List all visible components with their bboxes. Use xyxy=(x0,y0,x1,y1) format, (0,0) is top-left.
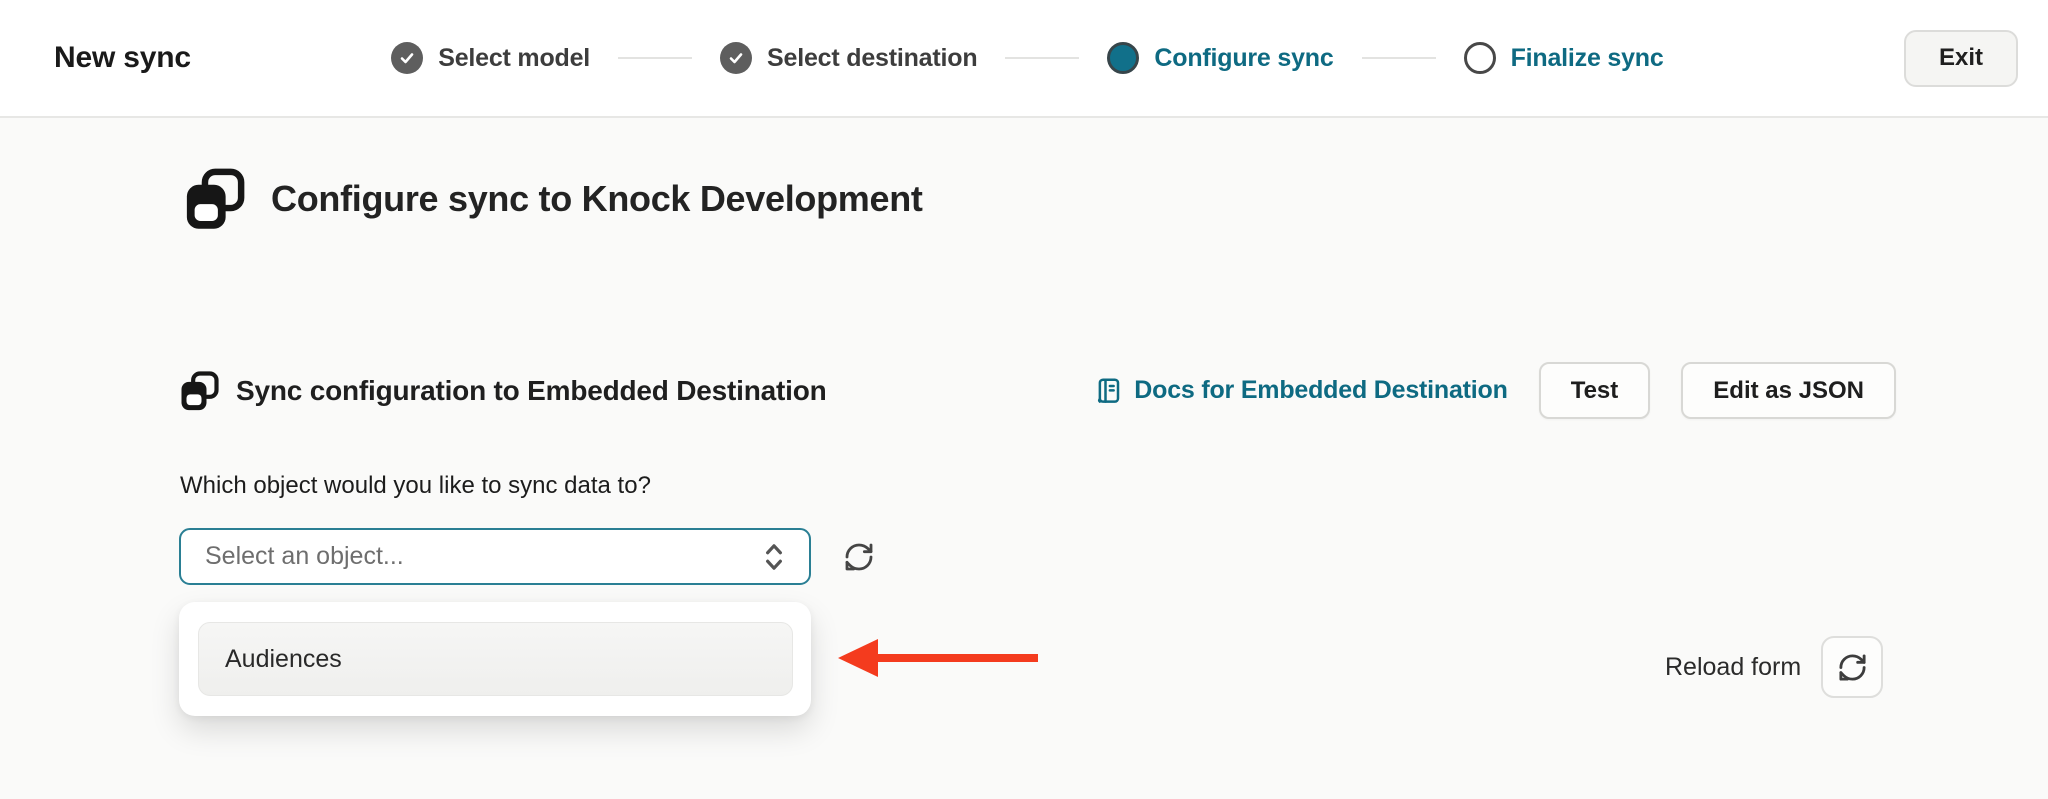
reload-form-row: Reload form xyxy=(1665,636,1884,698)
object-question-label: Which object would you like to sync data… xyxy=(180,472,651,499)
book-icon xyxy=(1093,376,1123,406)
wizard-header: New sync Select model Select destination… xyxy=(0,0,2048,118)
step-configure-sync[interactable]: Configure sync xyxy=(1107,42,1334,74)
step-connector xyxy=(1005,57,1080,59)
step-label: Select destination xyxy=(767,43,978,72)
section-title-group: Sync configuration to Embedded Destinati… xyxy=(179,370,827,411)
object-select-placeholder: Select an object... xyxy=(205,542,404,570)
step-finalize-sync[interactable]: Finalize sync xyxy=(1463,42,1664,74)
exit-button[interactable]: Exit xyxy=(1903,29,2018,87)
check-circle-icon xyxy=(720,42,753,74)
docs-link-label: Docs for Embedded Destination xyxy=(1134,376,1508,404)
page-title: New sync xyxy=(54,41,191,74)
main-content: Configure sync to Knock Development Sync… xyxy=(0,120,2048,799)
red-arrow-left-icon xyxy=(838,639,1038,677)
sync-icon xyxy=(183,168,245,230)
chevron-up-down-icon xyxy=(759,540,789,574)
step-select-destination[interactable]: Select destination xyxy=(720,42,978,74)
reload-form-label: Reload form xyxy=(1665,652,1802,681)
reload-form-button[interactable] xyxy=(1821,636,1884,698)
step-label: Configure sync xyxy=(1154,43,1334,72)
step-label: Select model xyxy=(438,43,591,72)
check-circle-icon xyxy=(391,42,424,74)
empty-step-circle-icon xyxy=(1463,42,1496,74)
step-connector xyxy=(1361,57,1436,59)
new-sync-wizard: New sync Select model Select destination… xyxy=(0,0,2048,799)
active-step-dot-icon xyxy=(1107,42,1140,74)
wizard-stepper: Select model Select destination Configur… xyxy=(391,42,1664,74)
edit-as-json-button[interactable]: Edit as JSON xyxy=(1681,362,1896,419)
section-title: Sync configuration to Embedded Destinati… xyxy=(236,374,827,406)
page-heading-row: Configure sync to Knock Development xyxy=(183,168,923,230)
section-actions: Docs for Embedded Destination Test Edit … xyxy=(1093,362,1896,419)
refresh-objects-icon[interactable] xyxy=(842,540,876,574)
step-select-model[interactable]: Select model xyxy=(391,42,590,74)
sync-icon xyxy=(179,370,219,411)
docs-link[interactable]: Docs for Embedded Destination xyxy=(1093,376,1508,406)
refresh-icon xyxy=(1837,652,1868,683)
test-button[interactable]: Test xyxy=(1538,362,1651,419)
section-header-row: Sync configuration to Embedded Destinati… xyxy=(179,362,1896,419)
object-select-dropdown: Audiences xyxy=(179,602,811,716)
step-connector xyxy=(618,57,693,59)
dropdown-option-audiences[interactable]: Audiences xyxy=(198,622,793,696)
step-label: Finalize sync xyxy=(1510,43,1664,72)
object-select[interactable]: Select an object... xyxy=(179,528,811,585)
page-heading: Configure sync to Knock Development xyxy=(271,178,923,219)
